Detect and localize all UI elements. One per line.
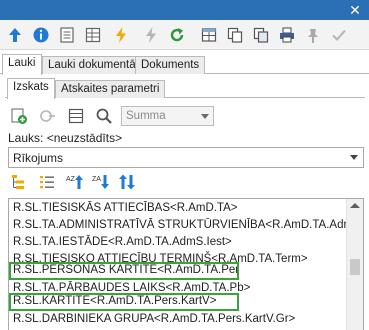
scroll-up-icon[interactable]: [350, 203, 360, 208]
field-select[interactable]: Rīkojums: [8, 147, 364, 168]
list-icon[interactable]: [38, 173, 56, 191]
spreadsheet-icon[interactable]: [84, 26, 102, 44]
chevron-down-icon: [201, 114, 209, 119]
window-titlebar: ✕: [0, 0, 369, 20]
sort-za-icon[interactable]: ZA: [92, 173, 110, 191]
sort-az-icon[interactable]: AZ: [66, 173, 84, 191]
list-item[interactable]: R.SL.TA.IESTĀDE<R.AmD.TA.AdmS.Iest>: [9, 234, 346, 251]
check-icon: [330, 26, 348, 44]
toolbar: [0, 20, 369, 50]
tab-izskats[interactable]: Izskats: [7, 78, 55, 99]
list-item[interactable]: R.SL.DARBINIEKA GRUPA<R.AmD.TA.Pers.Kart…: [9, 311, 346, 328]
tab-lauki-dokumenta[interactable]: Lauki dokumentā: [42, 56, 142, 74]
sort-tools: AZ ZA: [10, 172, 210, 194]
printer-icon[interactable]: [278, 26, 296, 44]
outer-tab-strip: Lauki Lauki dokumentā Dokuments: [0, 54, 369, 75]
table-icon[interactable]: [200, 26, 218, 44]
aggregate-select[interactable]: Summa: [121, 106, 214, 126]
sort-vertical-icon[interactable]: [118, 173, 136, 191]
field-select-value: Rīkojums: [13, 151, 64, 165]
lightning-disabled-icon: [142, 26, 160, 44]
add-icon[interactable]: [10, 107, 28, 125]
info-icon[interactable]: [32, 26, 50, 44]
tab-atskaites-parametri[interactable]: Atskaites parametri: [55, 80, 166, 98]
copy-icon[interactable]: [226, 26, 244, 44]
lightning-icon[interactable]: [112, 26, 130, 44]
arrow-up-icon[interactable]: [6, 26, 24, 44]
filter-icon[interactable]: [67, 107, 85, 125]
scrollbar-thumb[interactable]: [350, 259, 360, 275]
refresh-icon[interactable]: [168, 26, 186, 44]
field-list: R.SL.TIESISKĀS ATTIECĪBAS<R.AmD.TA> R.SL…: [8, 198, 364, 330]
tab-dokuments[interactable]: Dokuments: [135, 56, 206, 74]
copy-icon[interactable]: [252, 26, 270, 44]
sort-za-text: ZA: [92, 176, 101, 183]
sort-az-text: AZ: [66, 176, 76, 183]
inner-tab-strip: Izskats Atskaites parametri: [5, 78, 365, 99]
list-scrollbar[interactable]: [346, 199, 363, 330]
document-icon[interactable]: [58, 26, 76, 44]
aggregate-value: Summa: [126, 110, 166, 122]
field-tools: Summa: [8, 106, 368, 128]
chevron-down-icon: [350, 155, 358, 160]
tab-lauki[interactable]: Lauki: [2, 54, 42, 75]
close-icon[interactable]: ✕: [347, 2, 363, 18]
add-disabled-icon: [38, 107, 56, 125]
sort-tree-icon[interactable]: [10, 173, 28, 191]
list-item[interactable]: R.SL.TA.ADMINISTRATĪVĀ STRUKTŪRVIENĪBA<R…: [9, 217, 346, 234]
search-icon[interactable]: [95, 107, 113, 125]
field-label: Lauks: <neuzstādīts>: [8, 131, 123, 145]
list-item-highlighted[interactable]: R.SL.PERSONAS KARTĪTE<R.AmD.TA.Pers>: [9, 262, 239, 280]
list-item[interactable]: R.SL.TIESISKĀS ATTIECĪBAS<R.AmD.TA>: [9, 200, 346, 217]
pin-icon[interactable]: [304, 26, 322, 44]
list-item-highlighted[interactable]: R.SL.KARTĪTE<R.AmD.TA.Pers.KartV>: [9, 293, 239, 311]
